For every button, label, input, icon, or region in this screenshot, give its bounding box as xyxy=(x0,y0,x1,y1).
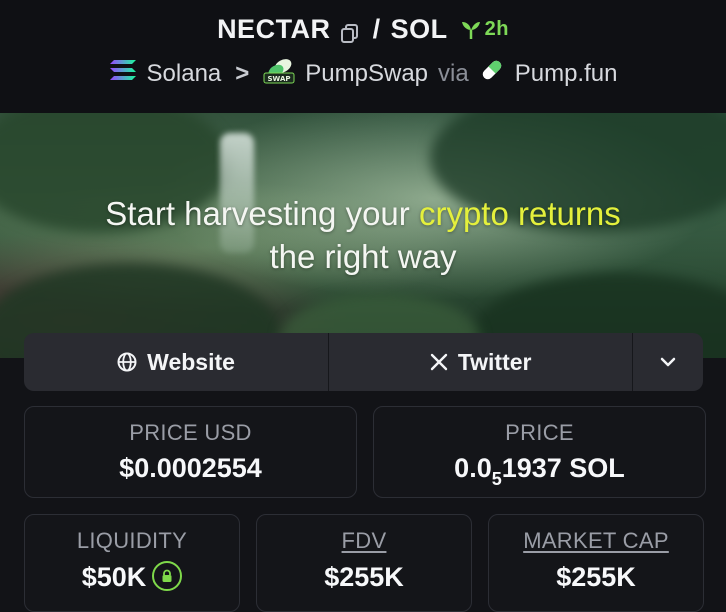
market-cap-label[interactable]: MARKET CAP xyxy=(489,528,703,554)
liquidity-card: LIQUIDITY $50K xyxy=(24,514,240,612)
price-native-value: 0.051937 SOL xyxy=(374,453,705,489)
liquidity-label: LIQUIDITY xyxy=(76,528,188,553)
pair-age: 2h xyxy=(484,18,509,40)
via-label: via xyxy=(438,59,469,87)
x-logo-icon xyxy=(430,353,448,371)
market-cap-value: $255K xyxy=(556,562,636,592)
launchpad-link[interactable]: Pump.fun xyxy=(515,60,618,88)
pair-header: NECTAR / SOL 2h Solana > SWAP PumpSwap v… xyxy=(0,0,726,113)
token-banner: Start harvesting your crypto returns the… xyxy=(0,113,726,358)
breadcrumb-chevron: > xyxy=(235,59,250,87)
price-native-prefix: 0.0 xyxy=(454,453,492,483)
copy-icon[interactable] xyxy=(340,20,359,43)
banner-text-highlight: crypto returns xyxy=(418,195,621,232)
website-button[interactable]: Website xyxy=(24,333,330,391)
solana-logo-icon xyxy=(109,59,137,88)
sprout-icon xyxy=(461,21,480,39)
pair-title: NECTAR / SOL 2h xyxy=(0,14,726,45)
more-links-button[interactable] xyxy=(633,333,703,391)
pumpfun-pill-icon xyxy=(479,57,505,90)
fdv-label[interactable]: FDV xyxy=(257,528,471,554)
banner-headline-line2: the right way xyxy=(269,238,457,275)
pumpswap-logo-icon: SWAP xyxy=(263,56,295,91)
dex-link[interactable]: PumpSwap xyxy=(305,60,428,88)
pair-separator: / xyxy=(372,14,381,44)
twitter-label: Twitter xyxy=(457,348,532,375)
price-native-label: PRICE xyxy=(505,420,574,445)
quote-symbol: SOL xyxy=(390,14,448,44)
waterfall-decoration xyxy=(220,133,254,253)
price-usd-value: $0.0002554 xyxy=(119,453,262,483)
chevron-down-icon xyxy=(660,357,676,367)
liquidity-value-row: $50K xyxy=(25,560,239,594)
pair-age-badge: 2h xyxy=(460,18,509,41)
fdv-value: $255K xyxy=(324,562,404,592)
website-label: Website xyxy=(147,348,235,375)
lock-icon[interactable] xyxy=(152,560,183,591)
price-native-card: PRICE 0.051937 SOL xyxy=(373,406,706,498)
market-cap-card: MARKET CAP $255K xyxy=(488,514,704,612)
banner-headline-line1: Start harvesting your crypto returns xyxy=(0,195,726,233)
fdv-card: FDV $255K xyxy=(256,514,472,612)
chain-link[interactable]: Solana xyxy=(147,60,222,88)
price-native-zero-count: 5 xyxy=(491,469,502,489)
price-native-suffix: 1937 SOL xyxy=(501,453,625,483)
liquidity-value: $50K xyxy=(81,562,147,592)
pair-route: Solana > SWAP PumpSwap via Pump.fun xyxy=(0,56,726,91)
price-usd-label: PRICE USD xyxy=(129,420,252,445)
twitter-button[interactable]: Twitter xyxy=(329,333,634,391)
social-links-bar: Website Twitter xyxy=(24,333,703,391)
pumpswap-logo-text: SWAP xyxy=(268,75,291,83)
token-symbol: NECTAR xyxy=(217,14,331,44)
banner-text-start: Start harvesting your xyxy=(105,195,419,232)
price-usd-card: PRICE USD $0.0002554 xyxy=(24,406,357,498)
globe-icon xyxy=(117,352,137,372)
